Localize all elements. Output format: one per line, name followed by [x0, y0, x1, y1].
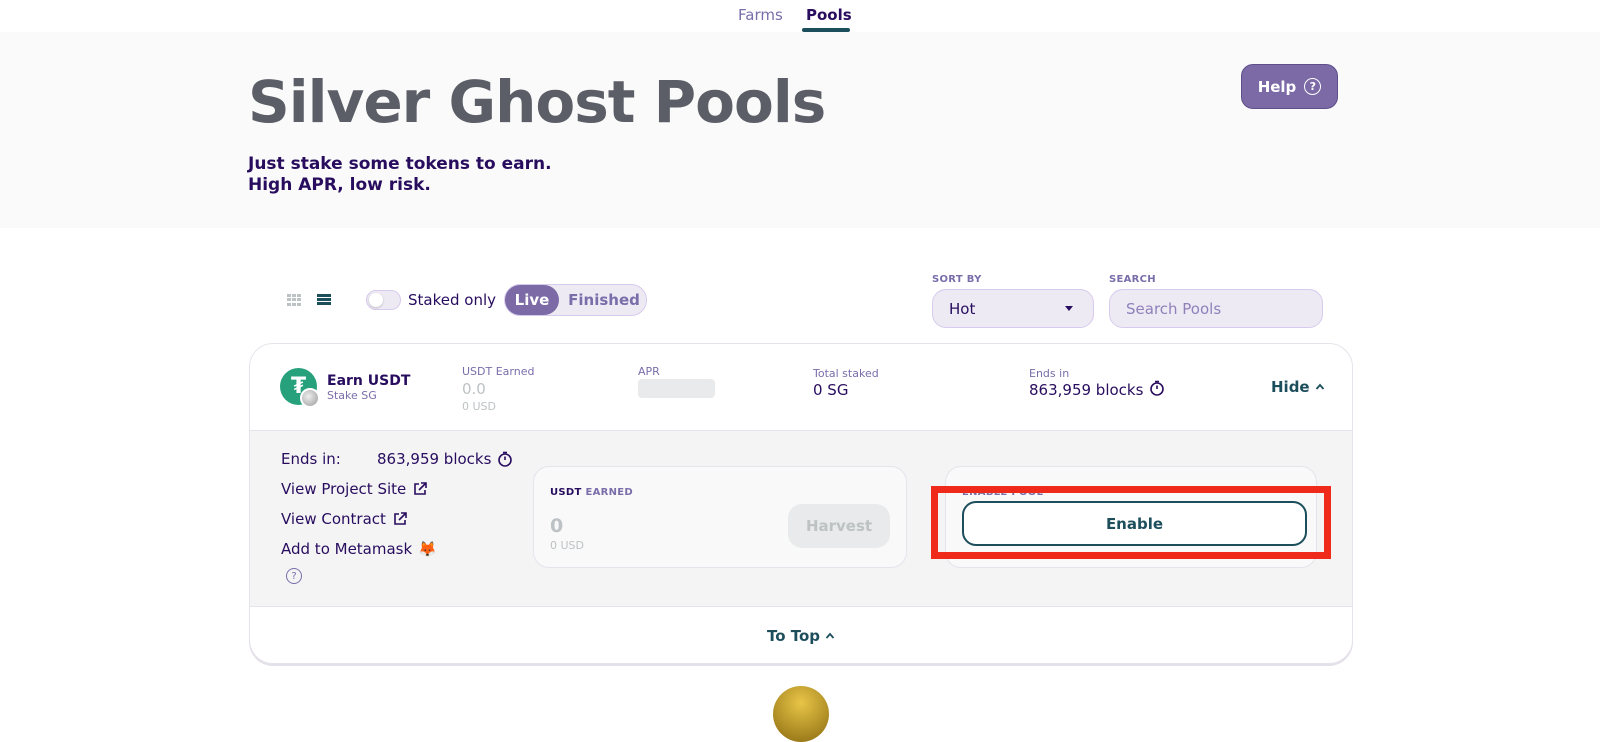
- hero-banner: Silver Ghost Pools Just stake some token…: [0, 32, 1600, 228]
- subtitle-line: High APR, low risk.: [248, 175, 431, 195]
- top-nav: Farms Pools: [0, 0, 1600, 32]
- sort-by-label: SORT BY: [932, 274, 982, 285]
- live-tab[interactable]: Live: [505, 285, 559, 315]
- caret-down-icon: [1065, 306, 1073, 311]
- apr-label: APR: [638, 365, 660, 378]
- finished-tab[interactable]: Finished: [561, 285, 647, 315]
- sort-select[interactable]: Hot: [932, 289, 1094, 328]
- help-button[interactable]: Help ?: [1241, 64, 1338, 109]
- staked-only-label: Staked only: [408, 291, 496, 309]
- page-subtitle: Just stake some tokens to earn. High APR…: [248, 154, 552, 196]
- total-staked-value: 0 SG: [813, 381, 849, 399]
- earned-panel: USDT EARNED 0 0 USD Harvest: [533, 466, 907, 568]
- tab-pools[interactable]: Pools: [806, 6, 852, 24]
- staked-only-toggle[interactable]: [366, 290, 401, 310]
- view-contract-label: View Contract: [281, 510, 386, 528]
- view-mode-switch: [287, 294, 331, 306]
- pool-details: Ends in: 863,959 blocks View Project Sit…: [250, 431, 1352, 607]
- hide-label: Hide: [1271, 378, 1310, 396]
- metamask-fox-icon: 🦊: [418, 540, 437, 558]
- next-pool-token-icon: [773, 686, 829, 742]
- toggle-knob: [369, 293, 383, 307]
- sort-select-value: Hot: [949, 299, 976, 318]
- harvest-button[interactable]: Harvest: [788, 504, 890, 548]
- to-top-label: To Top: [766, 627, 821, 645]
- question-icon: ?: [1304, 78, 1322, 95]
- pool-name: Earn USDT: [327, 373, 411, 389]
- pool-row-header[interactable]: ₮ Earn USDT Stake SG USDT Earned 0.0 0 U…: [250, 344, 1352, 431]
- external-link-icon: [394, 512, 407, 525]
- subtitle-line: Just stake some tokens to earn.: [248, 154, 552, 174]
- ends-in-label: Ends in: [1029, 367, 1070, 380]
- timer-icon: [498, 451, 513, 467]
- earned-panel-label: USDT EARNED: [550, 487, 634, 498]
- chevron-up-icon: [825, 632, 835, 639]
- earned-usd: 0 USD: [462, 400, 496, 413]
- external-link-icon: [414, 482, 428, 495]
- ends-in-detail: Ends in:: [281, 450, 341, 468]
- earned-panel-value: 0: [550, 515, 564, 537]
- ends-in-value: 863,959 blocks: [1029, 381, 1144, 399]
- enable-button[interactable]: Enable: [962, 501, 1307, 546]
- view-project-site-label: View Project Site: [281, 480, 407, 498]
- ends-in-detail-value-group: 863,959 blocks: [377, 450, 513, 468]
- page-title: Silver Ghost Pools: [248, 68, 826, 136]
- timer-icon: [1150, 380, 1164, 396]
- pool-card: ₮ Earn USDT Stake SG USDT Earned 0.0 0 U…: [249, 343, 1353, 664]
- hide-details-button[interactable]: Hide: [1271, 378, 1325, 396]
- add-to-metamask-link[interactable]: Add to Metamask 🦊: [281, 540, 437, 558]
- earned-value: 0.0: [462, 380, 486, 398]
- sg-token-icon: [300, 388, 320, 408]
- search-input[interactable]: [1109, 289, 1323, 328]
- chevron-up-icon: [1315, 383, 1324, 390]
- earned-panel-usd: 0 USD: [550, 539, 584, 552]
- enable-pool-label: ENABLE POOL: [962, 487, 1044, 498]
- add-to-metamask-label: Add to Metamask: [281, 540, 413, 558]
- tab-farms[interactable]: Farms: [738, 6, 783, 24]
- ends-in-detail-value: 863,959 blocks: [377, 450, 492, 468]
- view-contract-link[interactable]: View Contract: [281, 510, 408, 528]
- grid-view-icon[interactable]: [287, 294, 301, 306]
- total-staked-label: Total staked: [813, 367, 879, 380]
- apr-loading-skeleton: [638, 379, 715, 398]
- help-button-label: Help: [1257, 77, 1297, 96]
- view-project-site-link[interactable]: View Project Site: [281, 480, 428, 498]
- search-label: SEARCH: [1109, 274, 1156, 285]
- to-top-button[interactable]: To Top: [250, 607, 1352, 663]
- pool-stake-token: Stake SG: [327, 389, 377, 402]
- question-icon[interactable]: ?: [286, 568, 302, 584]
- list-view-icon[interactable]: [317, 294, 331, 306]
- enable-pool-panel: ENABLE POOL Enable: [945, 466, 1317, 568]
- ends-in-detail-label: Ends in:: [281, 450, 341, 468]
- live-finished-switch: Live Finished: [504, 284, 647, 316]
- earned-label: USDT Earned: [462, 365, 535, 378]
